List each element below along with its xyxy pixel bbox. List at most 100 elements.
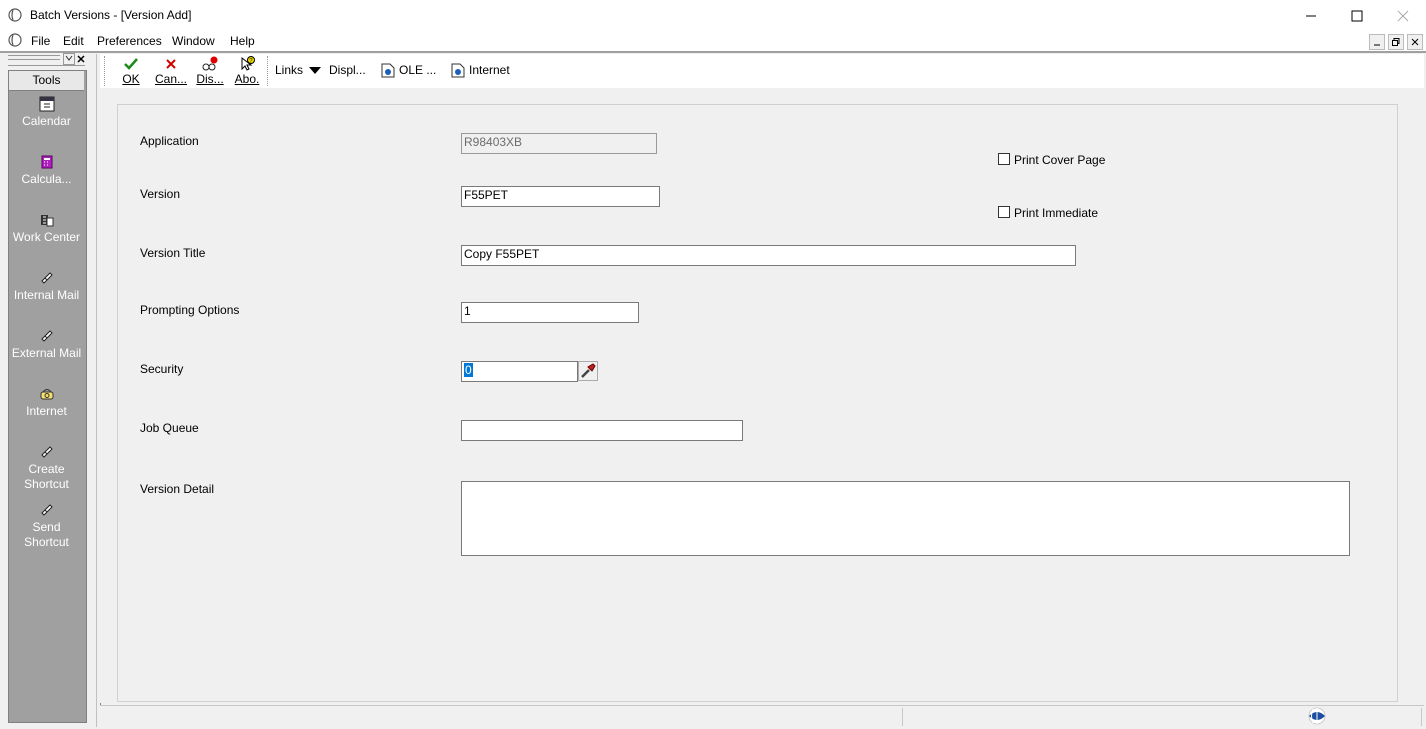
display-label: Dis... [196,72,224,86]
about-help-icon: ? [241,56,255,71]
tool-label: Internet [26,404,67,418]
security-field[interactable]: 0 [461,361,578,382]
title-bar [0,0,1426,31]
ole-menu[interactable]: OLE ... [399,63,436,77]
tool-label: Calendar [22,114,71,128]
menu-help[interactable]: Help [230,34,255,48]
panel-dropdown-button[interactable] [63,53,75,65]
document-icon [8,33,22,47]
flashlight-icon [581,363,596,378]
version-field[interactable]: F55PET [461,186,660,207]
cancel-button[interactable]: Can... [152,56,190,86]
menu-separator [0,51,1426,53]
tool-send-shortcut[interactable]: Send Shortcut [9,502,84,550]
ok-button[interactable]: OK [118,56,144,86]
tool-label: Send Shortcut [24,520,69,549]
tool-create-shortcut[interactable]: Create Shortcut [9,444,84,492]
internet-menu[interactable]: Internet [469,63,510,77]
version-title-label: Version Title [140,246,206,260]
display-errors-button[interactable]: Dis... [194,56,226,86]
chevron-down-icon[interactable] [308,66,322,75]
ok-label: OK [122,72,140,86]
status-bar [100,705,1424,728]
toolbar-grip [104,56,108,86]
version-detail-label: Version Detail [140,482,215,496]
tool-label: External Mail [11,346,82,360]
version-title-field[interactable]: Copy F55PET [461,245,1076,266]
mdi-minimize-button[interactable] [1369,34,1385,50]
calendar-icon [39,96,54,112]
status-divider [902,708,903,726]
version-detail-field[interactable] [461,481,1350,556]
panel-divider [8,65,85,68]
menu-preferences[interactable]: Preferences [97,34,162,48]
panel-close-button[interactable] [76,53,86,63]
about-label: Abo. [234,72,260,86]
mdi-close-button[interactable] [1407,34,1423,50]
tool-internet[interactable]: Internet [9,386,84,419]
prompting-options-label: Prompting Options [140,303,240,317]
display-errors-icon [202,56,218,71]
toolbar-separator [267,56,271,86]
close-button[interactable] [1380,0,1426,31]
menu-edit[interactable]: Edit [63,34,84,48]
calculator-icon [41,155,52,169]
prompting-options-field[interactable]: 1 [461,302,639,323]
print-immediate-checkbox[interactable] [998,206,1010,218]
minimize-icon [1374,44,1380,46]
internet-icon [40,389,53,400]
tool-calendar[interactable]: Calendar [9,96,84,129]
internal-mail-icon [40,272,53,284]
chevron-down-icon [65,55,73,61]
version-label: Version [140,187,181,201]
create-shortcut-icon [40,446,53,458]
form-frame [117,104,1398,702]
window-title: Batch Versions - [Version Add] [30,8,192,22]
maximize-button[interactable] [1334,0,1380,31]
tool-work-center[interactable]: Work Center [9,212,84,245]
internet-document-icon [451,63,465,78]
minimize-icon [1306,15,1316,16]
cancel-x-icon [166,59,176,69]
maximize-icon [1351,10,1363,21]
restore-icon [1392,38,1400,46]
tools-header: Tools [9,71,84,91]
minimize-button[interactable] [1288,0,1334,31]
menu-file[interactable]: File [31,34,50,48]
print-cover-page-checkbox[interactable] [998,153,1010,165]
print-immediate-label: Print Immediate [1014,206,1099,220]
links-menu[interactable]: Links [275,63,303,77]
security-value-selected: 0 [464,363,473,377]
tool-label: Work Center [12,230,81,244]
send-shortcut-icon [40,504,53,516]
security-search-button[interactable] [578,361,598,381]
print-cover-page-label: Print Cover Page [1014,153,1106,167]
external-mail-icon [40,330,53,342]
checkmark-icon [124,58,138,70]
status-divider [1421,708,1422,726]
panel-grip[interactable] [8,55,60,60]
application-label: Application [140,134,199,148]
work-center-icon [40,215,53,227]
close-icon [1411,38,1419,46]
job-queue-field[interactable] [461,420,743,441]
tool-internal-mail[interactable]: Internal Mail [9,270,84,303]
security-label: Security [140,362,184,376]
app-icon [8,8,22,22]
tool-label: Create Shortcut [24,462,69,491]
cancel-label: Can... [154,72,187,86]
display-menu[interactable]: Displ... [329,63,366,77]
tool-external-mail[interactable]: External Mail [9,328,84,361]
close-icon [1397,10,1409,21]
ole-document-icon [381,63,395,78]
tool-label: Calcula... [21,172,72,186]
mdi-restore-button[interactable] [1388,34,1404,50]
tool-calculator[interactable]: Calcula... [9,154,84,187]
job-queue-label: Job Queue [140,421,199,435]
menu-window[interactable]: Window [172,34,215,48]
tool-label: Internal Mail [13,288,80,302]
about-button[interactable]: ? Abo. [231,56,263,86]
close-icon [77,55,85,63]
globe-status-icon [1308,707,1326,725]
application-field: R98403XB [461,133,657,154]
